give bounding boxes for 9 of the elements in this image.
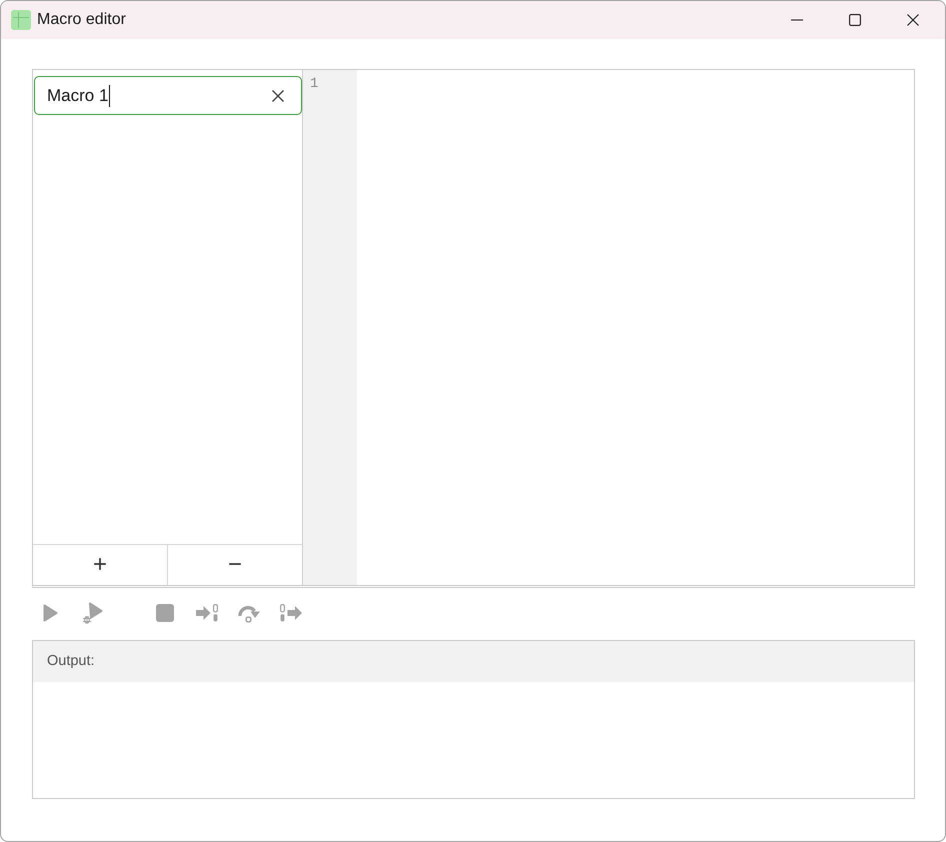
app-icon bbox=[11, 10, 31, 30]
macro-name-field[interactable]: Macro 1 bbox=[34, 76, 302, 115]
window-title: Macro editor bbox=[37, 10, 126, 30]
close-icon bbox=[907, 14, 919, 26]
text-cursor bbox=[109, 84, 110, 106]
maximize-icon bbox=[849, 14, 861, 26]
line-number: 1 bbox=[310, 76, 318, 93]
output-label: Output: bbox=[47, 652, 95, 671]
clear-icon bbox=[272, 90, 284, 102]
